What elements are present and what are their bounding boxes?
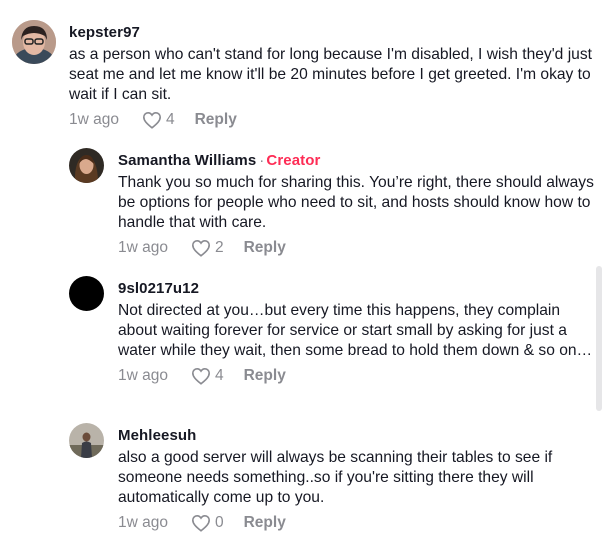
avatar[interactable] [69,276,104,311]
like-button[interactable]: 4 [142,111,175,129]
comment-username[interactable]: 9sl0217u12 [118,280,594,298]
heart-outline-icon [191,239,211,257]
scrollbar[interactable] [596,266,602,411]
comment-text: as a person who can't stand for long bec… [69,46,592,103]
like-count: 0 [214,514,224,531]
like-count: 4 [165,111,175,128]
reply-button[interactable]: Reply [244,367,286,385]
comment-text: also a good server will always be scanni… [118,449,553,506]
heart-outline-icon [142,111,162,129]
heart-outline-icon [191,367,211,385]
reply-button[interactable]: Reply [195,111,237,129]
like-button[interactable]: 2 [191,239,224,257]
creator-badge: Creator [266,152,321,169]
reply-button[interactable]: Reply [244,514,286,532]
comment-username[interactable]: kepster97 [69,24,594,42]
reply-button[interactable]: Reply [244,239,286,257]
comment-username[interactable]: Samantha Williams [118,152,256,169]
separator-dot: · [259,152,265,169]
avatar[interactable] [12,20,56,64]
comment-timestamp: 1w ago [118,514,168,531]
heart-outline-icon [191,514,211,532]
comment-timestamp: 1w ago [69,111,119,128]
comment-username[interactable]: Mehleesuh [118,427,594,445]
avatar[interactable] [69,423,104,458]
avatar[interactable] [69,148,104,183]
comment-text: Not directed at you…but every time this … [118,302,593,359]
comment-timestamp: 1w ago [118,239,168,256]
like-count: 4 [214,367,224,384]
like-count: 2 [214,239,224,256]
comment-text: Thank you so much for sharing this. You’… [118,174,594,231]
comment-timestamp: 1w ago [118,367,168,384]
like-button[interactable]: 0 [191,514,224,532]
like-button[interactable]: 4 [191,367,224,385]
